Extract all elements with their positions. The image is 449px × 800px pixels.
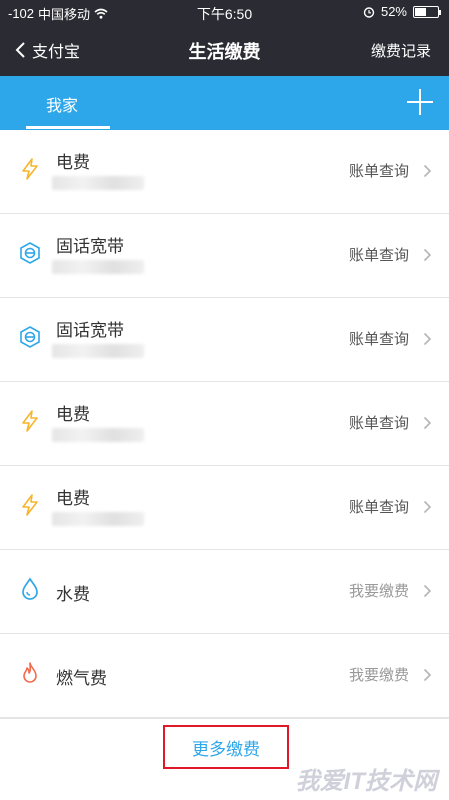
bill-query-link[interactable]: 账单查询 — [349, 328, 409, 349]
bill-name: 电费 — [56, 153, 90, 172]
redacted-account-number — [52, 176, 144, 190]
alarm-icon — [363, 6, 375, 18]
bill-name: 固话宽带 — [56, 237, 124, 256]
navigation-bar: 支付宝 生活缴费 缴费记录 — [0, 28, 449, 72]
water-drop-icon — [18, 577, 42, 601]
lightning-icon — [18, 493, 42, 517]
bill-name: 电费 — [56, 405, 90, 424]
chevron-right-icon — [423, 416, 432, 430]
bill-row[interactable]: 固话宽带 账单查询 — [0, 214, 449, 298]
chevron-right-icon — [423, 332, 432, 346]
chevron-left-icon — [15, 42, 25, 58]
lightning-icon — [18, 409, 42, 433]
chevron-right-icon — [423, 668, 432, 682]
redacted-account-number — [52, 344, 144, 358]
bill-name: 固话宽带 — [56, 321, 124, 340]
bill-name: 水费 — [56, 585, 90, 604]
bill-row[interactable]: 电费 账单查询 — [0, 466, 449, 550]
redacted-account-number — [52, 428, 144, 442]
status-bar: -102 中国移动 下午6:50 52% — [0, 0, 449, 24]
bill-name: 电费 — [56, 489, 90, 508]
bill-row[interactable]: 燃气费 我要缴费 — [0, 634, 449, 718]
battery-icon — [413, 5, 441, 18]
redacted-account-number — [52, 260, 144, 274]
bill-row[interactable]: 电费 账单查询 — [0, 382, 449, 466]
more-payments-label: 更多缴费 — [192, 739, 260, 759]
top-bar: -102 中国移动 下午6:50 52% 支付宝 生活缴费 缴费记录 — [0, 0, 449, 76]
more-payments-button[interactable]: 更多缴费 — [163, 725, 289, 769]
tab-my-home[interactable]: 我家 — [46, 92, 78, 116]
redacted-account-number — [52, 512, 144, 526]
chevron-right-icon — [423, 164, 432, 178]
bill-query-link[interactable]: 账单查询 — [349, 412, 409, 433]
payment-history-link[interactable]: 缴费记录 — [371, 40, 431, 61]
battery-percent: 52% — [380, 4, 407, 19]
flame-icon — [18, 661, 42, 685]
broadband-icon — [18, 241, 42, 265]
tab-active-indicator — [26, 126, 110, 129]
watermark-logo: 我爱IT技术网 — [295, 768, 437, 795]
chevron-right-icon — [423, 584, 432, 598]
back-label: 支付宝 — [32, 44, 81, 61]
bill-row[interactable]: 电费 账单查询 — [0, 130, 449, 214]
group-tab-bar: 我家 — [0, 76, 449, 130]
bill-name: 燃气费 — [56, 669, 107, 688]
footer: 更多缴费 我爱IT技术网 — [0, 718, 449, 800]
bill-list: 电费 账单查询 固话宽带 账单查询 固话宽带 账单查询 电费 账单查询 电费 账单查询 水费 我要缴费… — [0, 130, 449, 718]
add-icon[interactable] — [407, 89, 433, 115]
lightning-icon — [18, 157, 42, 181]
chevron-right-icon — [423, 248, 432, 262]
chevron-right-icon — [423, 500, 432, 514]
bill-query-link[interactable]: 账单查询 — [349, 244, 409, 265]
pay-now-link[interactable]: 我要缴费 — [349, 580, 409, 601]
pay-now-link[interactable]: 我要缴费 — [349, 664, 409, 685]
bill-row[interactable]: 水费 我要缴费 — [0, 550, 449, 634]
bill-query-link[interactable]: 账单查询 — [349, 160, 409, 181]
broadband-icon — [18, 325, 42, 349]
back-button[interactable]: 支付宝 — [14, 38, 80, 62]
bill-query-link[interactable]: 账单查询 — [349, 496, 409, 517]
bill-row[interactable]: 固话宽带 账单查询 — [0, 298, 449, 382]
